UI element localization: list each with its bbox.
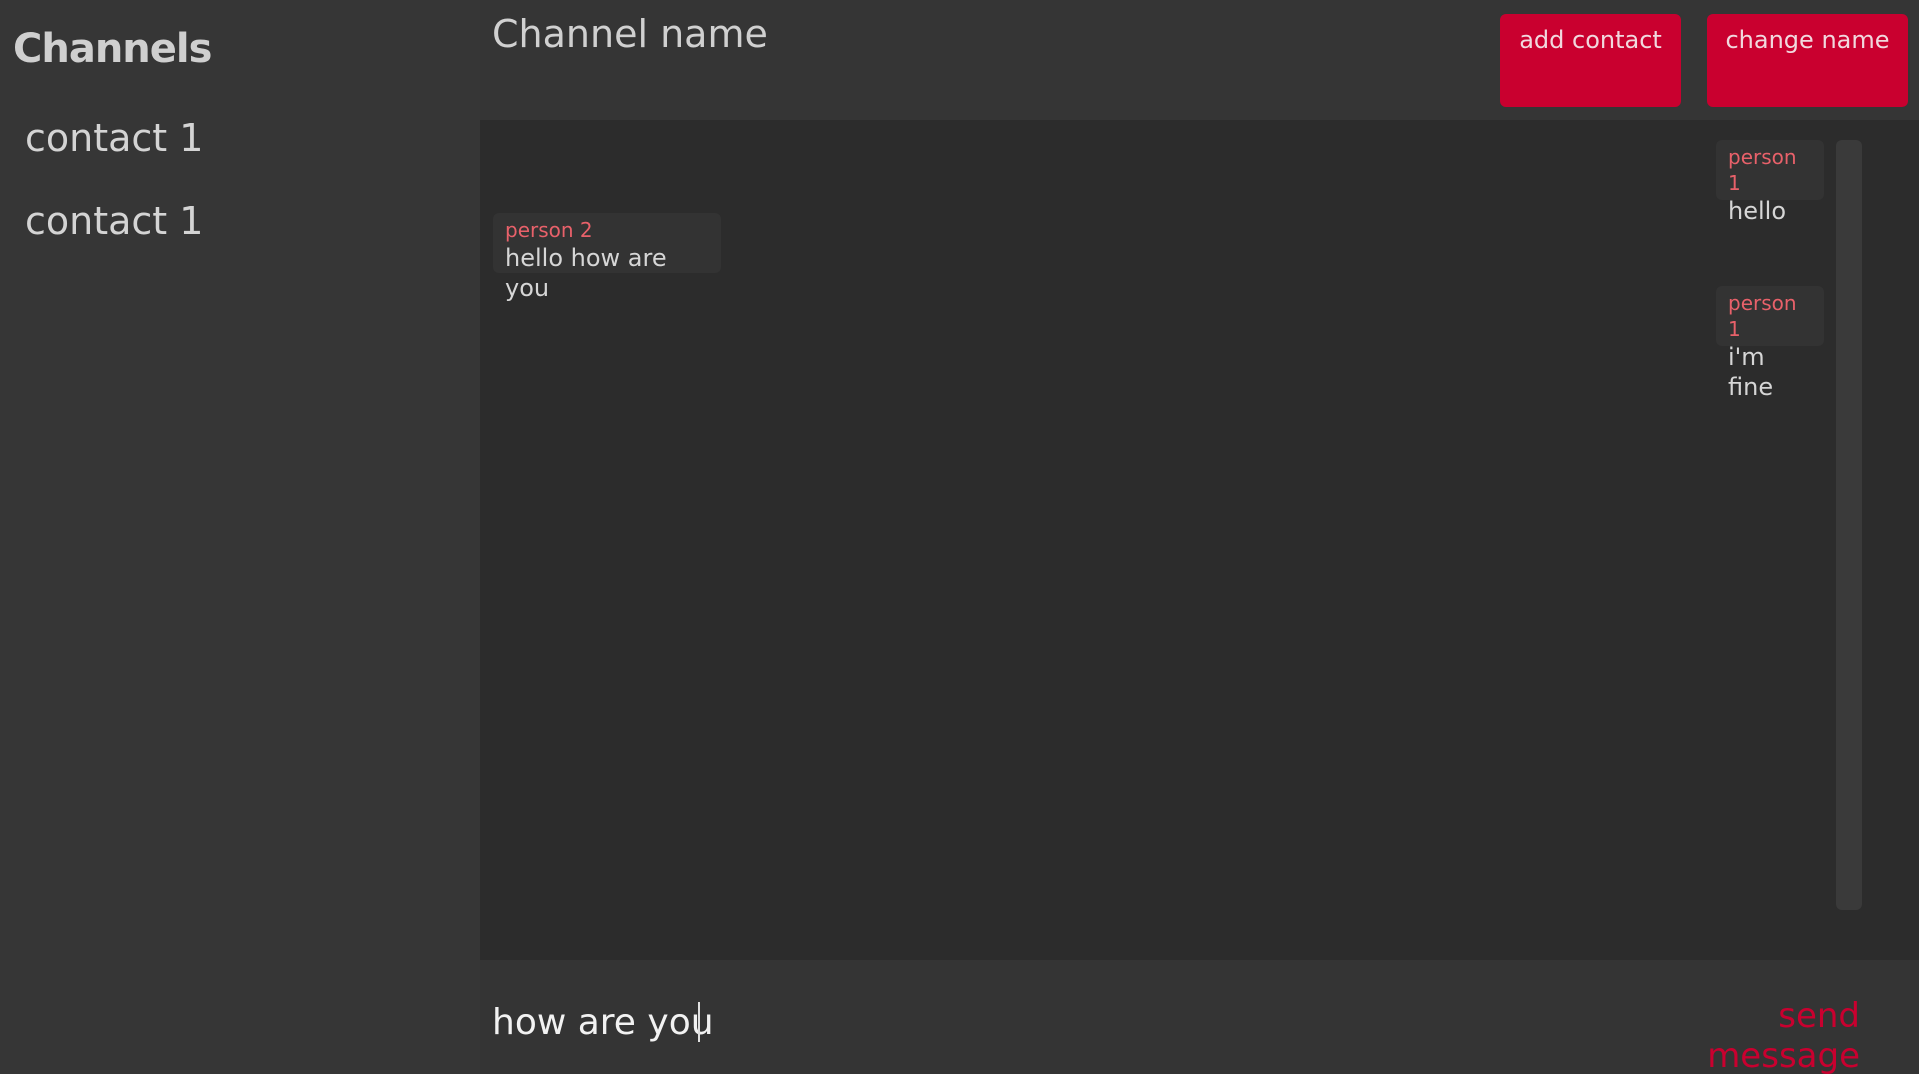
message-list: person 1 hello person 2 hello how are yo… xyxy=(480,120,1919,960)
message-scrollbar[interactable] xyxy=(1836,140,1862,910)
message-composer: send message xyxy=(480,960,1919,1074)
add-contact-button[interactable]: add contact xyxy=(1500,14,1681,107)
message-text: hello xyxy=(1728,197,1786,225)
channel-header: Channel name add contact change name xyxy=(480,0,1919,120)
channel-name: Channel name xyxy=(492,12,768,56)
main-panel: Channel name add contact change name per… xyxy=(480,0,1919,1074)
sidebar-item-contact[interactable]: contact 1 xyxy=(0,193,480,276)
message-bubble: person 1 hello xyxy=(1716,140,1824,225)
text-caret xyxy=(698,1002,700,1042)
message-bubble: person 1 i'm fine xyxy=(1716,286,1824,401)
message-input[interactable] xyxy=(492,996,1592,1048)
send-message-button[interactable]: send message xyxy=(1620,996,1860,1074)
sidebar: Channels contact 1 contact 1 xyxy=(0,0,480,1074)
chat-app: Channels contact 1 contact 1 Channel nam… xyxy=(0,0,1919,1074)
sidebar-item-contact[interactable]: contact 1 xyxy=(0,110,480,193)
message-bubble: person 2 hello how are you xyxy=(493,213,721,302)
sidebar-title: Channels xyxy=(13,26,212,72)
channel-list: contact 1 contact 1 xyxy=(0,110,480,276)
message-text: i'm fine xyxy=(1728,343,1774,401)
message-author: person 2 xyxy=(505,218,593,242)
message-author: person 1 xyxy=(1728,145,1797,195)
message-author: person 1 xyxy=(1728,291,1797,341)
change-name-button[interactable]: change name xyxy=(1707,14,1908,107)
message-text: hello how are you xyxy=(505,244,667,302)
